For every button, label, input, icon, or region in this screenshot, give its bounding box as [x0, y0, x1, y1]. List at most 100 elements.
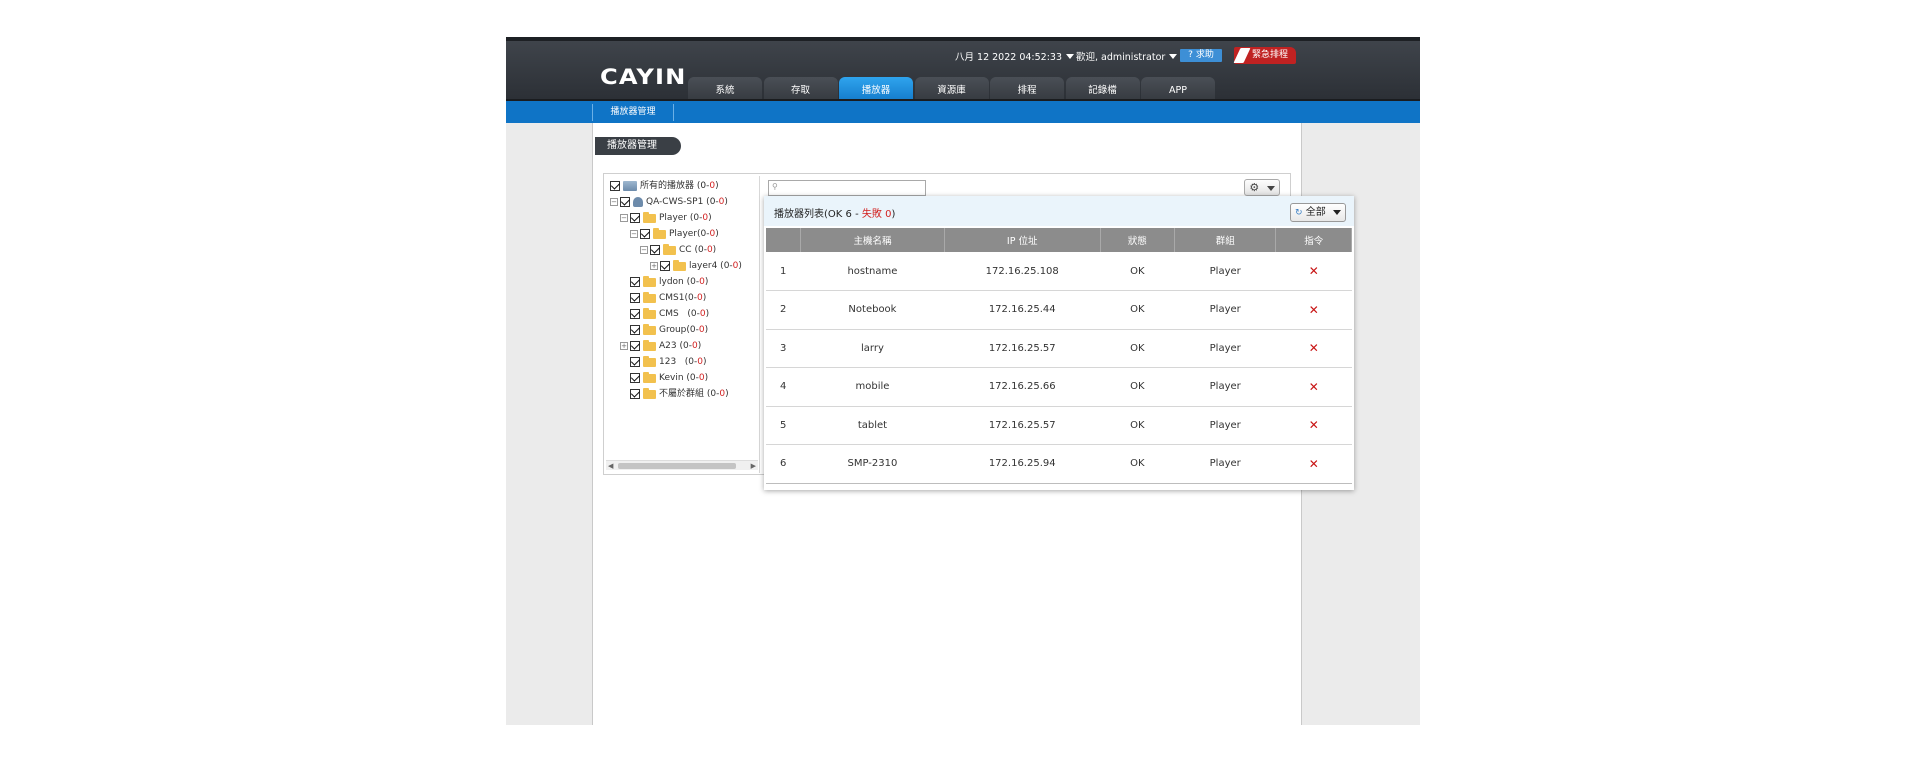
delete-icon[interactable]: ✕: [1309, 303, 1319, 317]
tree-checkbox[interactable]: [610, 181, 620, 191]
tree-horizontal-scrollbar[interactable]: ◀ ▶: [606, 460, 758, 470]
scroll-left-icon[interactable]: ◀: [608, 462, 613, 470]
player-list-header: 播放器列表(OK 6 - 失敗 0) ↻ 全部: [764, 196, 1354, 226]
expand-icon[interactable]: +: [650, 262, 658, 270]
row-ip: 172.16.25.66: [944, 367, 1101, 407]
column-header-group[interactable]: 群組: [1174, 228, 1277, 252]
tree-checkbox[interactable]: [630, 389, 640, 399]
delete-icon[interactable]: ✕: [1309, 418, 1319, 432]
delete-icon[interactable]: ✕: [1309, 264, 1319, 278]
tree-node-label: CMS1: [659, 293, 685, 303]
row-index: 3: [766, 329, 801, 368]
tree-node-cc[interactable]: − CC (0-0): [640, 242, 716, 258]
scroll-right-icon[interactable]: ▶: [751, 462, 756, 470]
player-list-panel: 播放器列表(OK 6 - 失敗 0) ↻ 全部 主機名稱 IP 位址 狀態 群組…: [764, 196, 1354, 490]
row-hostname: larry: [800, 329, 945, 368]
tree-checkbox[interactable]: [660, 261, 670, 271]
tree-node-a23[interactable]: + A23 (0-0): [620, 338, 701, 354]
tree-checkbox[interactable]: [630, 373, 640, 383]
collapse-icon[interactable]: −: [610, 198, 618, 206]
settings-button[interactable]: ⚙: [1244, 179, 1280, 196]
column-header-status[interactable]: 狀態: [1100, 228, 1175, 252]
tree-checkbox[interactable]: [650, 245, 660, 255]
row-hostname: SMP-2310: [800, 444, 945, 484]
table-row[interactable]: 1 hostname 172.16.25.108 OK Player ✕: [766, 252, 1352, 291]
tree-node-cms1[interactable]: CMS1 (0-0): [630, 290, 706, 306]
tree-node-group[interactable]: Group (0-0): [630, 322, 708, 338]
tree-node-label: lydon: [659, 277, 684, 287]
expand-icon[interactable]: +: [620, 342, 628, 350]
collapse-icon[interactable]: −: [640, 246, 648, 254]
tree-node-label: Player: [669, 229, 698, 239]
row-group: Player: [1174, 444, 1276, 484]
scrollbar-thumb[interactable]: [618, 463, 736, 469]
column-header-hostname[interactable]: 主機名稱: [800, 228, 945, 252]
tree-node-kevin[interactable]: Kevin (0-0): [630, 370, 708, 386]
delete-icon[interactable]: ✕: [1309, 341, 1319, 355]
tree-node-lydon[interactable]: lydon (0-0): [630, 274, 708, 290]
tree-checkbox[interactable]: [640, 229, 650, 239]
datetime-text: 八月 12 2022 04:52:33: [955, 52, 1062, 63]
tree-node-player[interactable]: − Player (0-0): [620, 210, 712, 226]
emergency-schedule-button[interactable]: 緊急排程: [1233, 47, 1296, 64]
tree-node-label: 123: [659, 357, 677, 367]
row-ip: 172.16.25.44: [944, 290, 1101, 330]
tree-node-label: 不屬於群組: [659, 389, 705, 399]
row-status: OK: [1100, 444, 1175, 484]
row-group: Player: [1174, 329, 1276, 368]
tree-node-label: Kevin: [659, 373, 684, 383]
gear-icon: ⚙: [1249, 181, 1260, 194]
row-command: ✕: [1275, 252, 1352, 291]
user-menu[interactable]: 歡迎, administrator: [1076, 49, 1178, 63]
tree-checkbox[interactable]: [630, 341, 640, 351]
tree-node-root[interactable]: 所有的播放器 (0-0): [610, 178, 719, 194]
row-index: 6: [766, 444, 801, 484]
table-row[interactable]: 5 tablet 172.16.25.57 OK Player ✕: [766, 406, 1352, 445]
filter-dropdown[interactable]: ↻ 全部: [1290, 203, 1346, 222]
list-title-text: 播放器列表(OK: [774, 209, 843, 220]
tree-checkbox[interactable]: [630, 293, 640, 303]
tree-checkbox[interactable]: [630, 277, 640, 287]
folder-icon: [643, 275, 656, 287]
row-command: ✕: [1275, 367, 1352, 407]
collapse-icon[interactable]: −: [620, 214, 628, 222]
delete-icon[interactable]: ✕: [1309, 380, 1319, 394]
cayin-logo: CAYIN: [600, 65, 687, 89]
table-row[interactable]: 3 larry 172.16.25.57 OK Player ✕: [766, 329, 1352, 368]
help-icon: ?: [1188, 50, 1193, 60]
row-status: OK: [1100, 367, 1175, 407]
row-hostname: hostname: [800, 252, 945, 291]
tree-checkbox[interactable]: [620, 197, 630, 207]
tree-node-cms[interactable]: CMS (0-0): [630, 306, 709, 322]
tree-node-label: A23: [659, 341, 677, 351]
help-button[interactable]: ? 求助: [1180, 49, 1222, 62]
tree-node-server[interactable]: − QA-CWS-SP1 (0-0): [610, 194, 728, 210]
table-row[interactable]: 4 mobile 172.16.25.66 OK Player ✕: [766, 367, 1352, 407]
tree-checkbox[interactable]: [630, 213, 640, 223]
row-index: 4: [766, 367, 801, 407]
folder-icon: [643, 323, 656, 335]
row-group: Player: [1174, 406, 1276, 445]
row-index: 2: [766, 290, 801, 330]
collapse-icon[interactable]: −: [630, 230, 638, 238]
chevron-down-icon: [1266, 186, 1275, 191]
tree-checkbox[interactable]: [630, 357, 640, 367]
help-label: 求助: [1195, 50, 1214, 60]
table-row[interactable]: 6 SMP-2310 172.16.25.94 OK Player ✕: [766, 444, 1352, 484]
delete-icon[interactable]: ✕: [1309, 457, 1319, 471]
column-header-ip[interactable]: IP 位址: [944, 228, 1101, 252]
table-row[interactable]: 2 Notebook 172.16.25.44 OK Player ✕: [766, 290, 1352, 330]
tree-node-123[interactable]: 123 (0-0): [630, 354, 707, 370]
tree-node-layer4[interactable]: + layer4 (0-0): [650, 258, 742, 274]
tree-node-ungrouped[interactable]: 不屬於群組 (0-0): [630, 386, 729, 402]
sub-navigation: 播放器管理: [506, 101, 1420, 123]
fail-label: 失敗: [861, 209, 882, 220]
datetime-dropdown[interactable]: 八月 12 2022 04:52:33: [955, 49, 1074, 63]
tree-checkbox[interactable]: [630, 325, 640, 335]
search-input[interactable]: ⚲: [768, 180, 926, 196]
tree-node-player-sub[interactable]: − Player (0-0): [630, 226, 719, 242]
tree-checkbox[interactable]: [630, 309, 640, 319]
tree-node-label: QA-CWS-SP1: [646, 197, 704, 207]
subnav-player-management[interactable]: 播放器管理: [592, 104, 674, 121]
row-command: ✕: [1275, 329, 1352, 368]
